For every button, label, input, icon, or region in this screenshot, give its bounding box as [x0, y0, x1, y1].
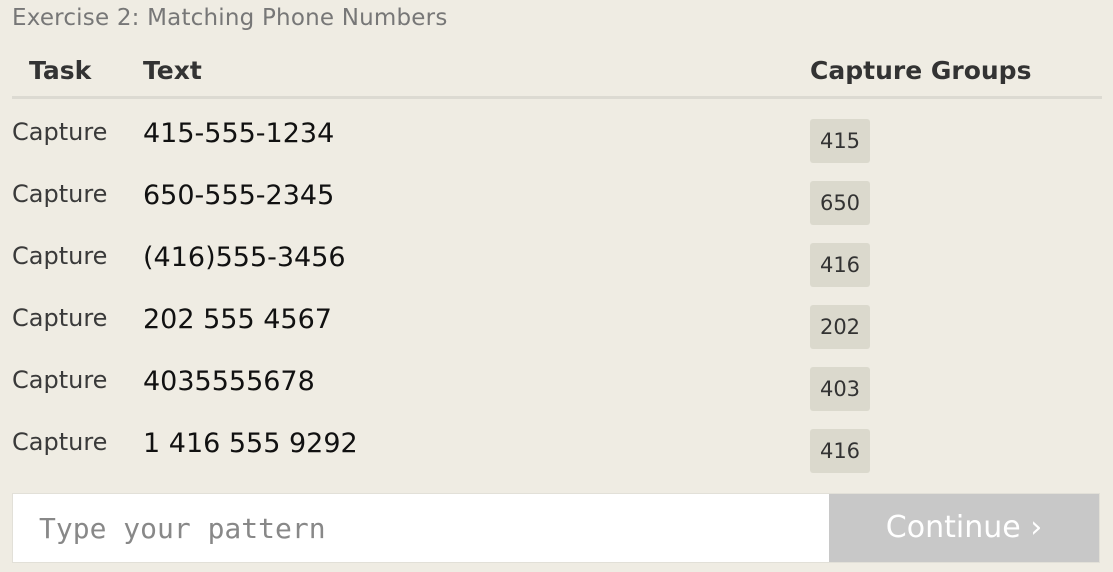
row-text: (416)555-3456 [143, 242, 346, 273]
exercise-title: Exercise 2: Matching Phone Numbers [12, 5, 448, 31]
table-body: Capture 415-555-1234 415 Capture 650-555… [12, 99, 1102, 473]
row-text: 415-555-1234 [143, 118, 335, 149]
capture-group-chip: 650 [810, 181, 870, 225]
table-row: Capture 202 555 4567 202 [12, 285, 1102, 349]
table-row: Capture 1 416 555 9292 416 [12, 409, 1102, 473]
continue-button[interactable]: Continue › [829, 494, 1099, 562]
table-row: Capture (416)555-3456 416 [12, 223, 1102, 287]
header-task: Task [29, 56, 92, 85]
table-header: Task Text Capture Groups [12, 48, 1102, 99]
task-label: Capture [12, 428, 108, 456]
task-label: Capture [12, 180, 108, 208]
row-text: 4035555678 [143, 366, 315, 397]
capture-group-chip: 416 [810, 243, 870, 287]
capture-group-chip: 202 [810, 305, 870, 349]
task-label: Capture [12, 366, 108, 394]
row-text: 202 555 4567 [143, 304, 332, 335]
pattern-bar: Continue › [12, 493, 1100, 563]
capture-group-chip: 415 [810, 119, 870, 163]
row-text: 1 416 555 9292 [143, 428, 358, 459]
table-row: Capture 4035555678 403 [12, 347, 1102, 411]
task-label: Capture [12, 304, 108, 332]
header-text: Text [143, 56, 202, 85]
table-row: Capture 650-555-2345 650 [12, 161, 1102, 225]
task-label: Capture [12, 242, 108, 270]
table-row: Capture 415-555-1234 415 [12, 99, 1102, 163]
row-text: 650-555-2345 [143, 180, 335, 211]
pattern-input[interactable] [13, 494, 831, 562]
task-label: Capture [12, 118, 108, 146]
exercise-table: Task Text Capture Groups Capture 415-555… [12, 48, 1102, 473]
capture-group-chip: 403 [810, 367, 870, 411]
header-capture-groups: Capture Groups [810, 56, 1032, 85]
capture-group-chip: 416 [810, 429, 870, 473]
